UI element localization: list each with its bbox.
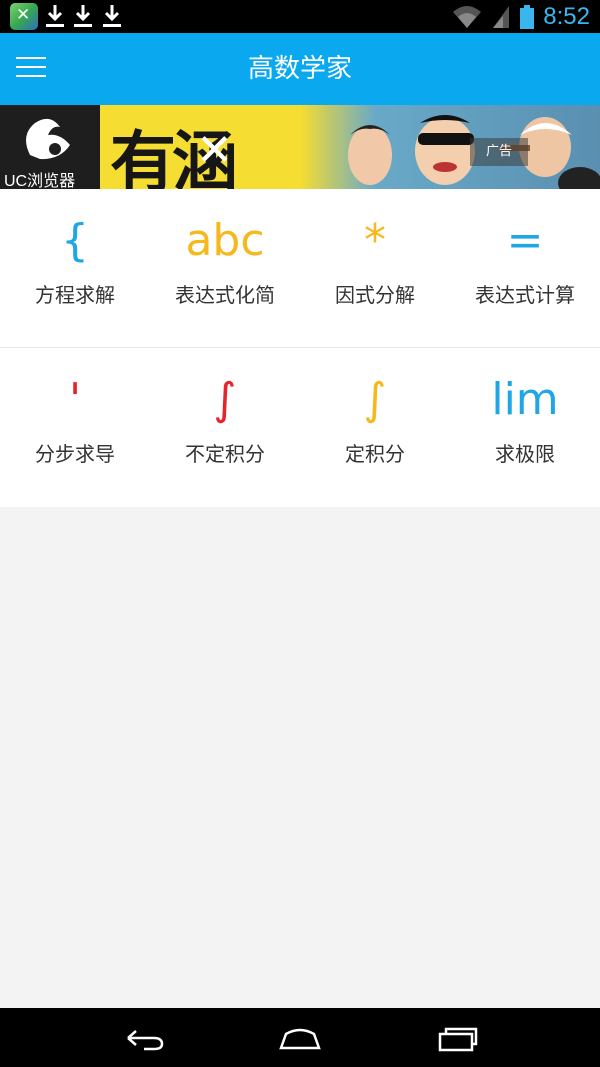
squirrel-icon [26,118,70,160]
tool-label: 求极限 [495,442,555,466]
tool-label: 分步求导 [35,442,115,466]
tool-label: 表达式化简 [175,283,275,307]
tool-symbol: ∫ [213,374,237,425]
back-icon[interactable] [122,1022,166,1054]
uc-browser-logo: UC浏览器 [0,105,100,189]
tool-label: 方程求解 [35,283,115,307]
tool-label: 不定积分 [185,442,265,466]
page-title: 高数学家 [247,54,352,84]
tool-label: 表达式计算 [475,283,575,307]
ad-label: 广告 [470,138,528,166]
download-icon [46,5,64,27]
tool-definite-integral[interactable]: ∫ 定积分 [300,348,450,506]
tool-expression-simplify[interactable]: abc 表达式化简 [150,189,300,347]
app-bar: 高数学家 [0,33,600,105]
tool-label: 因式分解 [335,283,415,307]
tool-symbol: { [61,215,89,266]
tool-symbol: * [364,215,386,266]
tool-symbol: = [506,215,544,266]
tool-expression-evaluate[interactable]: = 表达式计算 [450,189,600,347]
tool-indefinite-integral[interactable]: ∫ 不定积分 [150,348,300,506]
download-icon [103,5,121,27]
status-bar: 8:52 [0,0,600,33]
tool-symbol: ' [68,374,82,425]
tool-row: { 方程求解 abc 表达式化简 * 因式分解 = 表达式计算 [0,189,600,347]
wifi-icon [453,6,482,28]
tool-symbol: lim [491,374,559,425]
tool-step-derivative[interactable]: ' 分步求导 [0,348,150,506]
ad-logo-text: UC浏览器 [4,173,76,189]
tool-equation-solve[interactable]: { 方程求解 [0,189,150,347]
app-notification-icon [10,3,38,30]
tool-label: 定积分 [345,442,405,466]
clock: 8:52 [543,3,590,30]
tool-factorization[interactable]: * 因式分解 [300,189,450,347]
ad-banner[interactable]: UC浏览器 有涵 ✕ 广告 [0,105,600,189]
tool-symbol: abc [185,215,265,266]
navigation-bar [0,1008,600,1067]
ad-headline-x: ✕ [196,125,233,176]
recent-apps-icon[interactable] [436,1022,480,1054]
tool-row: ' 分步求导 ∫ 不定积分 ∫ 定积分 lim 求极限 [0,348,600,506]
download-icon [74,5,92,27]
tool-limit[interactable]: lim 求极限 [450,348,600,506]
battery-icon [520,5,535,29]
home-icon[interactable] [278,1022,322,1054]
tool-grid: { 方程求解 abc 表达式化简 * 因式分解 = 表达式计算 ' 分步求导 ∫… [0,189,600,507]
tool-symbol: ∫ [363,374,387,425]
ad-illustration [348,115,600,189]
signal-icon [493,6,510,28]
